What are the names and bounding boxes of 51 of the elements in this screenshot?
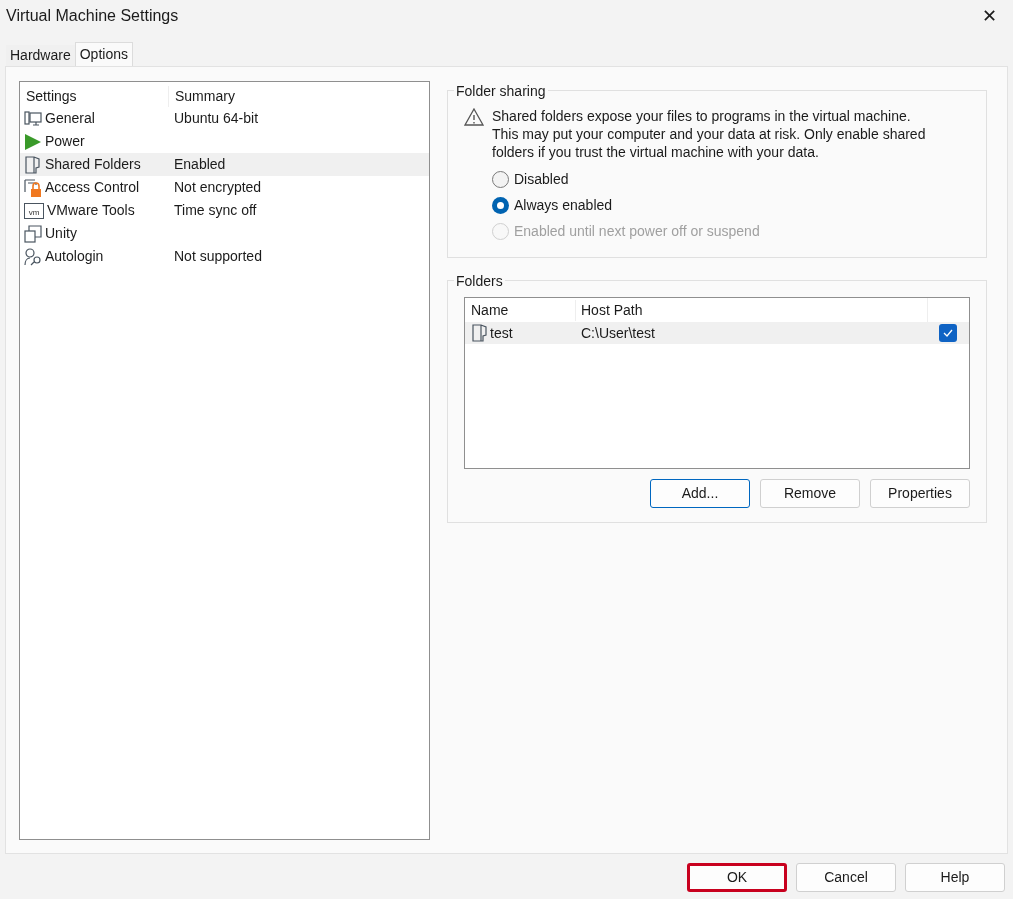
dialog-button[interactable]: Cancel (796, 863, 896, 892)
settings-row[interactable]: Power (20, 130, 429, 153)
warning-icon (464, 108, 484, 126)
checkbox[interactable] (939, 324, 957, 342)
user-key-icon (24, 247, 42, 266)
radio-option[interactable]: Always enabled (492, 192, 986, 218)
setting-summary: Enabled (174, 155, 226, 174)
column-header[interactable]: Summary (168, 85, 235, 107)
column-header[interactable]: Host Path (575, 299, 927, 321)
settings-row[interactable]: vm VMware Tools Time sync off (20, 199, 429, 222)
settings-row[interactable]: General Ubuntu 64-bit (20, 107, 429, 130)
settings-row[interactable]: Autologin Not supported (20, 245, 429, 268)
host-path: C:\User\test (580, 323, 656, 343)
setting-summary: Not supported (174, 247, 262, 266)
setting-summary: Time sync off (174, 201, 257, 220)
radio-option[interactable]: Disabled (492, 166, 986, 192)
dialog-button[interactable]: Properties (870, 479, 970, 508)
folder-icon (24, 155, 42, 174)
setting-name: Power (45, 132, 85, 151)
column-header[interactable]: Settings (20, 85, 168, 107)
tab[interactable]: Options (74, 42, 133, 66)
folder-name: test (490, 323, 513, 343)
checkmark-icon (943, 329, 953, 337)
play-icon (24, 132, 42, 151)
settings-row[interactable]: Access Control Not encrypted (20, 176, 429, 199)
dialog-button[interactable]: Help (905, 863, 1005, 892)
window-title: Virtual Machine Settings (6, 6, 179, 26)
dialog-button[interactable]: Add... (650, 479, 750, 508)
setting-summary: Ubuntu 64-bit (174, 109, 259, 128)
lock-icon (24, 178, 42, 197)
close-button[interactable]: ✕ (975, 2, 1003, 30)
windows-icon (24, 224, 42, 243)
folder-icon (472, 324, 488, 342)
warning-text: Shared folders expose your files to programs in the virtual machine. This may put your computer and your data at risk. Only enable shared folders if you trust the virtual machine with your data. (492, 107, 927, 161)
setting-name: Access Control (45, 178, 140, 197)
settings-row[interactable]: Unity (20, 222, 429, 245)
radio-button[interactable] (492, 170, 509, 188)
monitor-icon (24, 109, 42, 128)
setting-name: General (45, 109, 95, 128)
setting-summary: Not encrypted (174, 178, 262, 197)
setting-name: VMware Tools (47, 201, 135, 220)
setting-name: Shared Folders (45, 155, 141, 174)
dialog-button[interactable]: Remove (760, 479, 860, 508)
dialog-button[interactable]: OK (687, 863, 787, 892)
setting-name: Autologin (45, 247, 104, 266)
settings-row[interactable]: Shared Folders Enabled (20, 153, 429, 176)
vm-logo-icon: vm (24, 201, 44, 220)
radio-button[interactable] (492, 196, 509, 214)
folder-row[interactable]: test C:\User\test (465, 322, 969, 344)
setting-name: Unity (45, 224, 77, 243)
column-header[interactable]: Name (465, 299, 575, 321)
